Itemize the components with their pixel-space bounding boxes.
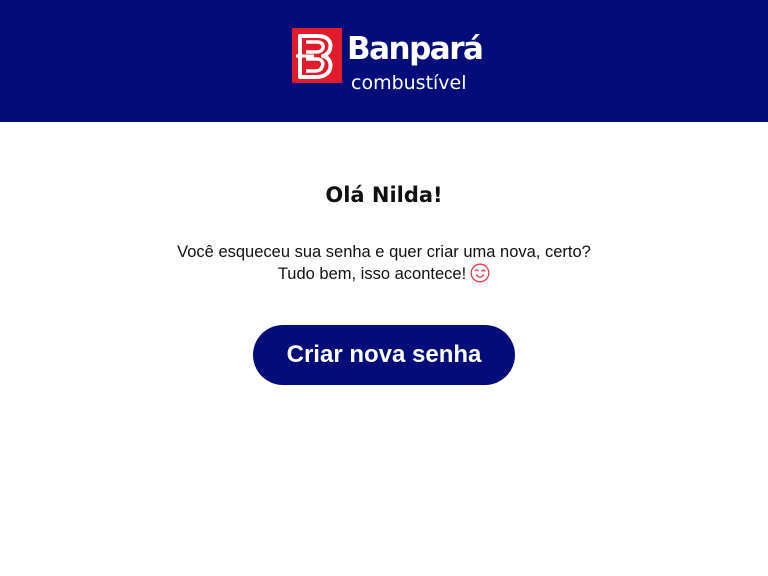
create-new-password-button[interactable]: Criar nova senha [253,325,515,385]
message-line-2-wrapper: Tudo bem, isso acontece! [0,263,768,285]
banpara-combustivel-logo[interactable]: Banpará combustível [292,28,492,98]
banpara-logo-mark-icon [292,28,342,83]
message-line-2: Tudo bem, isso acontece! [277,265,467,283]
logo-subtitle-text: combustível [351,72,467,94]
logo-brand-text: Banpará [347,31,484,67]
message-line-1: Você esqueceu sua senha e quer criar uma… [177,243,591,261]
greeting-heading: Olá Nilda! [325,183,443,207]
header-bar: Banpará combustível [0,0,768,122]
winking-face-icon [470,263,490,283]
reset-message: Você esqueceu sua senha e quer criar uma… [0,242,768,285]
